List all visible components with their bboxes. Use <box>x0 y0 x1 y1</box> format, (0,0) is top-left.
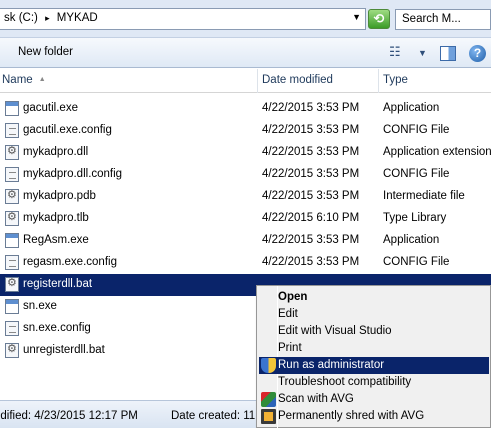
breadcrumb: sk (C:) ▸ MYKAD <box>4 12 102 24</box>
file-name: mykadpro.pdb <box>23 190 96 202</box>
file-date-modified: 4/22/2015 3:53 PM <box>262 124 360 136</box>
shield-icon <box>261 358 276 373</box>
context-menu-item-label: Open <box>278 291 308 303</box>
refresh-icon: ⟲ <box>373 11 385 26</box>
command-toolbar: New folder ☷ ▼ ? <box>0 38 491 68</box>
column-divider[interactable] <box>257 69 258 93</box>
refresh-button[interactable]: ⟲ <box>368 9 390 29</box>
address-dropdown-icon[interactable]: ▼ <box>352 12 361 22</box>
file-row[interactable]: mykadpro.pdb 4/22/2015 3:53 PM Intermediat… <box>0 186 491 208</box>
file-name: regasm.exe.config <box>23 256 117 268</box>
file-name: mykadpro.dll.config <box>23 168 123 180</box>
file-type: Intermediate file <box>383 190 465 202</box>
file-type: CONFIG File <box>383 124 450 136</box>
file-date-modified: 4/22/2015 3:53 PM <box>262 190 360 202</box>
context-menu-item[interactable]: Edit with Visual Studio <box>259 323 489 340</box>
column-header-date[interactable]: Date modified <box>262 74 333 86</box>
context-menu: Open Edit Edit with Visual Studio Print Run … <box>256 285 491 428</box>
app-icon <box>5 233 19 248</box>
file-row[interactable]: gacutil.exe.config 4/22/2015 3:53 PM CONFI… <box>0 120 491 142</box>
pdb-icon <box>5 188 19 204</box>
tlb-icon <box>5 210 19 226</box>
address-bar[interactable]: sk (C:) ▸ MYKAD ▼ <box>0 8 366 30</box>
config-file-icon <box>5 167 19 182</box>
app-icon <box>5 101 19 116</box>
file-row[interactable]: mykadpro.dll 4/22/2015 3:53 PM Application… <box>0 142 491 164</box>
file-date-modified: 4/22/2015 6:10 PM <box>262 212 360 224</box>
dll-icon <box>5 144 19 160</box>
context-menu-item-label: Print <box>278 342 302 354</box>
file-name: sn.exe.config <box>23 322 91 334</box>
file-name: RegAsm.exe <box>23 234 89 246</box>
file-type: Application extension <box>383 146 491 158</box>
address-bar-row: sk (C:) ▸ MYKAD ▼ ⟲ Search M... <box>0 0 491 38</box>
config-file-icon <box>5 123 19 138</box>
shred-icon <box>261 409 276 424</box>
context-menu-item-label: Scan with AVG <box>278 393 354 405</box>
column-header-row: Name ▲ Date modified Type <box>0 69 491 93</box>
file-type: Application <box>383 102 440 114</box>
search-placeholder: Search M... <box>402 13 461 25</box>
config-file-icon <box>5 255 19 270</box>
context-menu-item[interactable]: Print <box>259 340 489 357</box>
file-name: registerdll.bat <box>23 278 93 290</box>
column-divider[interactable] <box>378 69 379 93</box>
context-menu-item-label: Edit <box>278 308 298 320</box>
file-type: CONFIG File <box>383 168 450 180</box>
view-options-dropdown-icon[interactable]: ▼ <box>418 48 427 66</box>
column-header-name-label: Name <box>2 74 33 86</box>
help-icon[interactable]: ? <box>469 45 486 62</box>
file-name: mykadpro.tlb <box>23 212 89 224</box>
context-menu-item[interactable]: Permanently shred with AVG <box>259 408 489 425</box>
context-menu-item[interactable]: Troubleshoot compatibility <box>259 374 489 391</box>
app-icon <box>5 299 19 314</box>
file-row[interactable]: mykadpro.tlb 4/22/2015 6:10 PM Type Librar… <box>0 208 491 230</box>
context-menu-item-label: Run as administrator <box>278 359 385 371</box>
file-date-modified: 4/22/2015 3:53 PM <box>262 168 360 180</box>
column-header-type[interactable]: Type <box>383 74 408 86</box>
status-date-modified: odified: 4/23/2015 12:17 PM <box>0 410 138 422</box>
file-name: gacutil.exe.config <box>23 124 112 136</box>
breadcrumb-drive[interactable]: sk (C:) <box>4 12 38 24</box>
file-date-modified: 4/22/2015 3:53 PM <box>262 102 360 114</box>
sort-ascending-icon: ▲ <box>38 76 46 83</box>
context-menu-item-label: Edit with Visual Studio <box>278 325 392 337</box>
context-menu-item[interactable]: Scan with AVG <box>259 391 489 408</box>
file-date-modified: 4/22/2015 3:53 PM <box>262 256 360 268</box>
file-date-modified: 4/22/2015 3:53 PM <box>262 234 360 246</box>
avg-icon <box>261 392 276 407</box>
file-type: CONFIG File <box>383 256 450 268</box>
batch-file-icon <box>5 276 19 292</box>
file-row[interactable]: regasm.exe.config 4/22/2015 3:53 PM CONFIG… <box>0 252 491 274</box>
change-view-icon[interactable]: ☷ <box>389 44 407 62</box>
file-name: sn.exe <box>23 300 57 312</box>
file-date-modified: 4/22/2015 3:53 PM <box>262 146 360 158</box>
context-menu-item-label: Permanently shred with AVG <box>278 410 425 422</box>
search-input[interactable]: Search M... <box>395 9 491 30</box>
file-name: unregisterdll.bat <box>23 344 105 356</box>
column-header-name[interactable]: Name ▲ <box>2 74 46 86</box>
context-menu-item-label: Troubleshoot compatibility <box>278 376 412 388</box>
file-name: mykadpro.dll <box>23 146 89 158</box>
context-menu-item[interactable]: Run as administrator <box>259 357 489 374</box>
config-file-icon <box>5 321 19 336</box>
file-row[interactable]: gacutil.exe 4/22/2015 3:53 PM Application <box>0 98 491 120</box>
file-row[interactable]: RegAsm.exe 4/22/2015 3:53 PM Application <box>0 230 491 252</box>
file-type: Type Library <box>383 212 447 224</box>
preview-pane-icon[interactable] <box>440 46 456 61</box>
status-date-created: Date created: 11 <box>171 410 256 422</box>
file-type: Application <box>383 234 440 246</box>
new-folder-button[interactable]: New folder <box>18 46 73 58</box>
breadcrumb-separator-icon[interactable]: ▸ <box>45 13 50 23</box>
context-menu-item[interactable]: Open <box>259 289 489 306</box>
breadcrumb-folder[interactable]: MYKAD <box>57 12 98 24</box>
file-row[interactable]: mykadpro.dll.config 4/22/2015 3:53 PM CONF… <box>0 164 491 186</box>
batch-file-icon <box>5 342 19 358</box>
file-name: gacutil.exe <box>23 102 78 114</box>
context-menu-item[interactable]: Edit <box>259 306 489 323</box>
